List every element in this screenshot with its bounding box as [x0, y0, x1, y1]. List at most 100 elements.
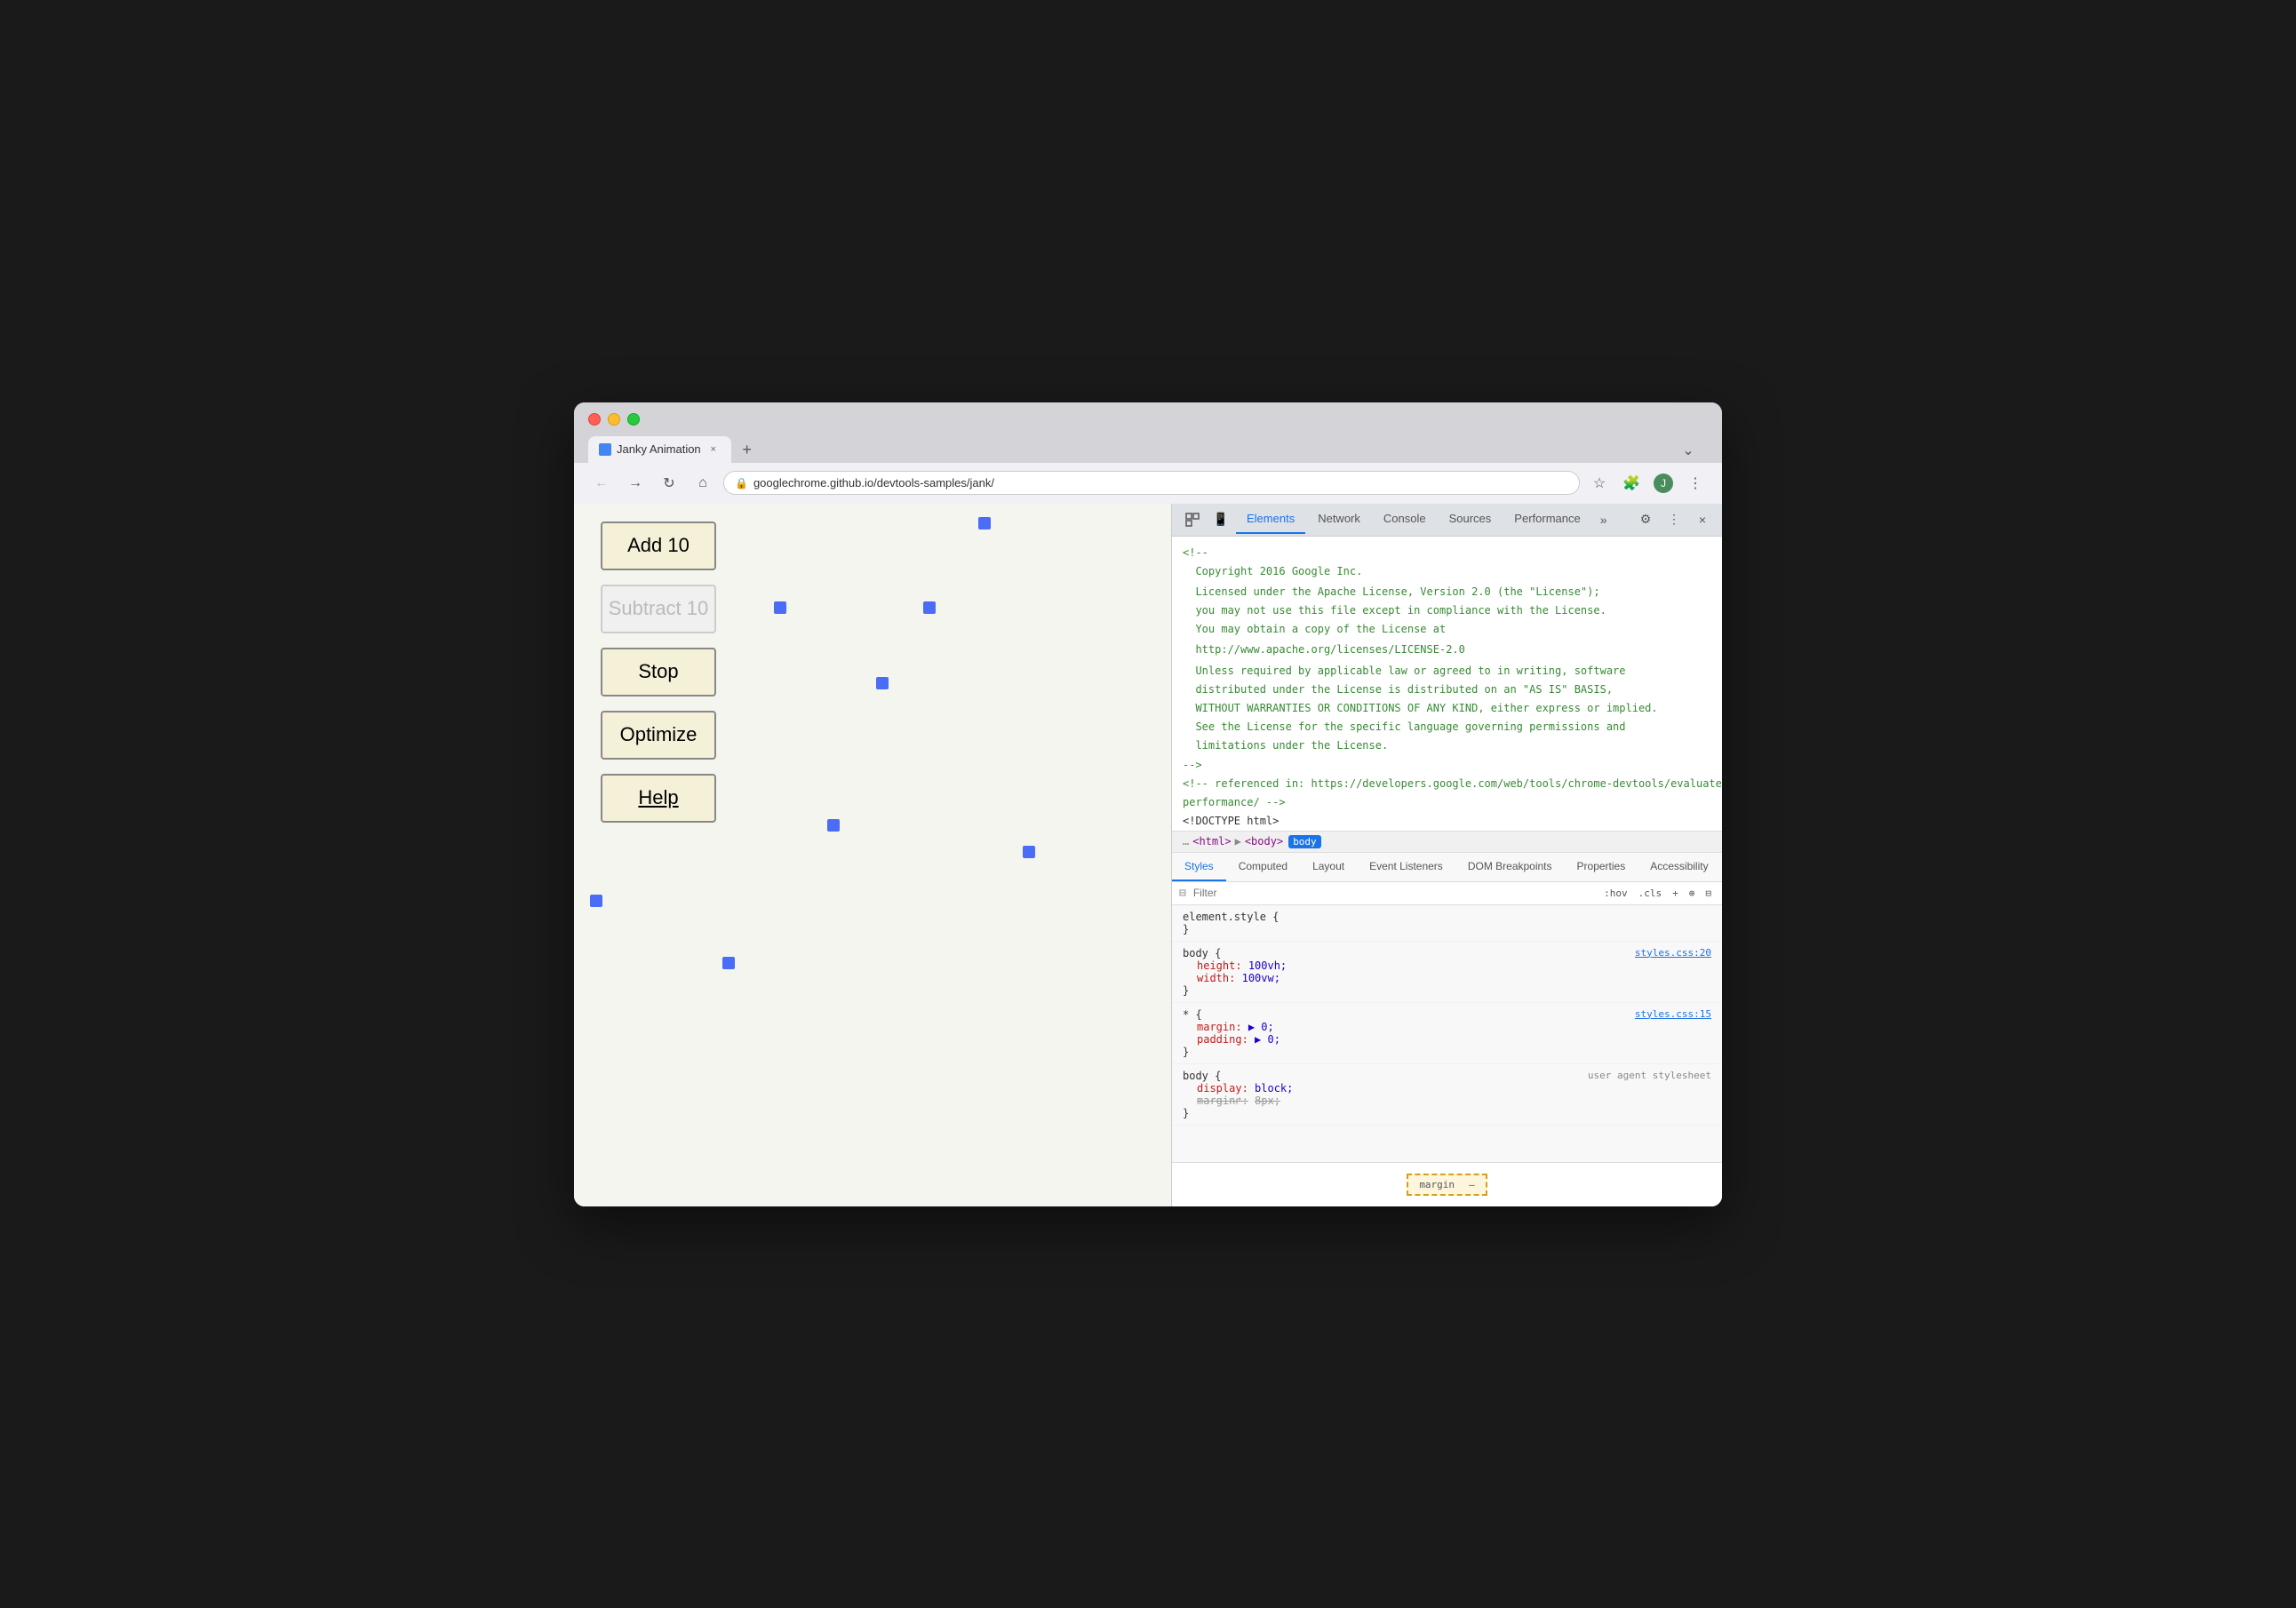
breadcrumb-html[interactable]: <html> — [1192, 835, 1231, 848]
stop-button[interactable]: Stop — [601, 648, 716, 697]
css-source-2[interactable]: styles.css:15 — [1635, 1008, 1711, 1020]
code-comment-1: <!-- — [1172, 544, 1722, 562]
add-style-button[interactable]: + — [1669, 886, 1682, 901]
code-doctype: <!DOCTYPE html> — [1172, 812, 1722, 830]
devtools-close-button[interactable]: × — [1690, 507, 1715, 532]
tab-console[interactable]: Console — [1373, 505, 1437, 534]
css-prop-display: display: block; — [1183, 1082, 1711, 1095]
code-reference-2: performance/ --> — [1172, 793, 1722, 812]
float-square-4 — [876, 677, 889, 689]
tab-network[interactable]: Network — [1307, 505, 1371, 534]
tab-close-button[interactable]: × — [706, 442, 721, 457]
code-reference-1: <!-- referenced in: https://developers.g… — [1172, 775, 1722, 793]
breadcrumb-body[interactable]: <body> — [1245, 835, 1283, 848]
css-selector-body-ua: body { user agent stylesheet — [1183, 1070, 1711, 1082]
sub-tabs: Styles Computed Layout Event Listeners D… — [1172, 853, 1722, 882]
extensions-button[interactable]: 🧩 — [1619, 471, 1644, 496]
traffic-lights — [588, 413, 1708, 426]
sub-tab-dom-breakpoints[interactable]: DOM Breakpoints — [1455, 853, 1565, 881]
css-close-brace-2: } — [1183, 1046, 1711, 1058]
devtools-more-button[interactable]: ⋮ — [1662, 507, 1686, 532]
filter-icon: ⊟ — [1179, 887, 1186, 900]
button-panel: Add 10 Subtract 10 Stop Optimize Help — [601, 521, 716, 823]
minimize-button[interactable] — [608, 413, 620, 426]
hover-filter-button[interactable]: :hov — [1600, 886, 1631, 901]
code-comment-3: Licensed under the Apache License, Versi… — [1172, 583, 1722, 601]
profile-button[interactable]: J — [1651, 471, 1676, 496]
code-comment-9: See the License for the specific languag… — [1172, 718, 1722, 736]
css-source-ua: user agent stylesheet — [1588, 1070, 1711, 1081]
css-close-brace: } — [1183, 923, 1711, 935]
title-bar: Janky Animation × + ⌄ — [574, 402, 1722, 463]
sub-tab-event-listeners[interactable]: Event Listeners — [1357, 853, 1455, 881]
code-comment-6: Unless required by applicable law or agr… — [1172, 662, 1722, 681]
sub-tab-accessibility[interactable]: Accessibility — [1638, 853, 1720, 881]
code-comment-4: you may not use this file except in comp… — [1172, 601, 1722, 620]
code-comment-10: limitations under the License. — [1172, 736, 1722, 755]
sub-tab-properties[interactable]: Properties — [1565, 853, 1638, 881]
subtract-10-button[interactable]: Subtract 10 — [601, 585, 716, 633]
css-close-brace-3: } — [1183, 1107, 1711, 1119]
css-prop-height: height: 100vh; — [1183, 959, 1711, 972]
toggle-sidebar-button[interactable]: ⊟ — [1702, 886, 1715, 901]
window-controls-chevron[interactable]: ⌄ — [1676, 438, 1701, 463]
css-block-body-1: body { styles.css:20 height: 100vh; widt… — [1172, 942, 1722, 1003]
code-comment-8: WITHOUT WARRANTIES OR CONDITIONS OF ANY … — [1172, 699, 1722, 718]
filter-actions: :hov .cls + ⊕ ⊟ — [1600, 886, 1715, 901]
float-square-6 — [1023, 846, 1035, 858]
float-square-3 — [923, 601, 936, 614]
css-close-brace-1: } — [1183, 984, 1711, 997]
body-indicator: body — [1288, 835, 1321, 848]
float-square-7 — [590, 895, 602, 907]
code-comment-2: Copyright 2016 Google Inc. — [1172, 562, 1722, 581]
home-button[interactable]: ⌂ — [690, 470, 716, 497]
new-tab-button[interactable]: + — [735, 438, 760, 463]
nav-bar: ← → ↻ ⌂ 🔒 googlechrome.github.io/devtool… — [574, 463, 1722, 504]
sub-tab-layout[interactable]: Layout — [1300, 853, 1357, 881]
tab-performance[interactable]: Performance — [1503, 505, 1590, 534]
help-button[interactable]: Help — [601, 774, 716, 823]
address-bar[interactable]: 🔒 googlechrome.github.io/devtools-sample… — [723, 471, 1580, 495]
code-comment-7: distributed under the License is distrib… — [1172, 681, 1722, 699]
box-model-margin-value: – — [1469, 1179, 1475, 1190]
maximize-button[interactable] — [627, 413, 640, 426]
add-10-button[interactable]: Add 10 — [601, 521, 716, 570]
sub-tab-styles[interactable]: Styles — [1172, 853, 1226, 881]
close-button[interactable] — [588, 413, 601, 426]
devtools-settings-button[interactable]: ⚙ — [1633, 507, 1658, 532]
sub-tab-computed[interactable]: Computed — [1226, 853, 1300, 881]
filter-input[interactable] — [1193, 887, 1593, 899]
refresh-button[interactable]: ↻ — [656, 470, 682, 497]
box-model-visual: margin – — [1407, 1174, 1487, 1196]
float-square-8 — [722, 957, 735, 969]
devtools-panel: 📱 Elements Network Console Sources Perfo… — [1171, 504, 1722, 1206]
css-block-body-ua: body { user agent stylesheet display: bl… — [1172, 1064, 1722, 1126]
styles-panel: ⊟ :hov .cls + ⊕ ⊟ element.style { } — [1172, 882, 1722, 1162]
filter-bar: ⊟ :hov .cls + ⊕ ⊟ — [1172, 882, 1722, 905]
cursor-icon[interactable] — [1179, 504, 1206, 536]
css-block-element-style: element.style { } — [1172, 905, 1722, 942]
optimize-button[interactable]: Optimize — [601, 711, 716, 760]
tab-sources[interactable]: Sources — [1439, 505, 1503, 534]
more-tabs-button[interactable]: » — [1595, 509, 1613, 530]
css-prop-margin-ua: margin↱: 8px; — [1183, 1095, 1711, 1107]
bookmark-button[interactable]: ☆ — [1587, 471, 1612, 496]
css-source-1[interactable]: styles.css:20 — [1635, 947, 1711, 959]
tab-title: Janky Animation — [617, 442, 701, 456]
css-prop-width: width: 100vw; — [1183, 972, 1711, 984]
lock-icon: 🔒 — [735, 477, 748, 490]
tab-elements[interactable]: Elements — [1236, 505, 1305, 534]
back-button[interactable]: ← — [588, 470, 615, 497]
element-breadcrumb: … <html> ▶ <body> body — [1172, 831, 1722, 853]
float-square-2 — [774, 601, 786, 614]
device-toggle-icon[interactable]: 📱 — [1208, 504, 1234, 536]
active-tab[interactable]: Janky Animation × — [588, 436, 731, 463]
float-square-1 — [978, 517, 991, 529]
new-rule-button[interactable]: ⊕ — [1686, 886, 1699, 901]
more-menu-button[interactable]: ⋮ — [1683, 471, 1708, 496]
cls-filter-button[interactable]: .cls — [1635, 886, 1666, 901]
page-content: Add 10 Subtract 10 Stop Optimize Help — [574, 504, 1171, 1206]
css-block-star: * { styles.css:15 margin: ▶ 0; padding: … — [1172, 1003, 1722, 1064]
forward-button[interactable]: → — [622, 470, 649, 497]
content-area: Add 10 Subtract 10 Stop Optimize Help — [574, 504, 1722, 1206]
